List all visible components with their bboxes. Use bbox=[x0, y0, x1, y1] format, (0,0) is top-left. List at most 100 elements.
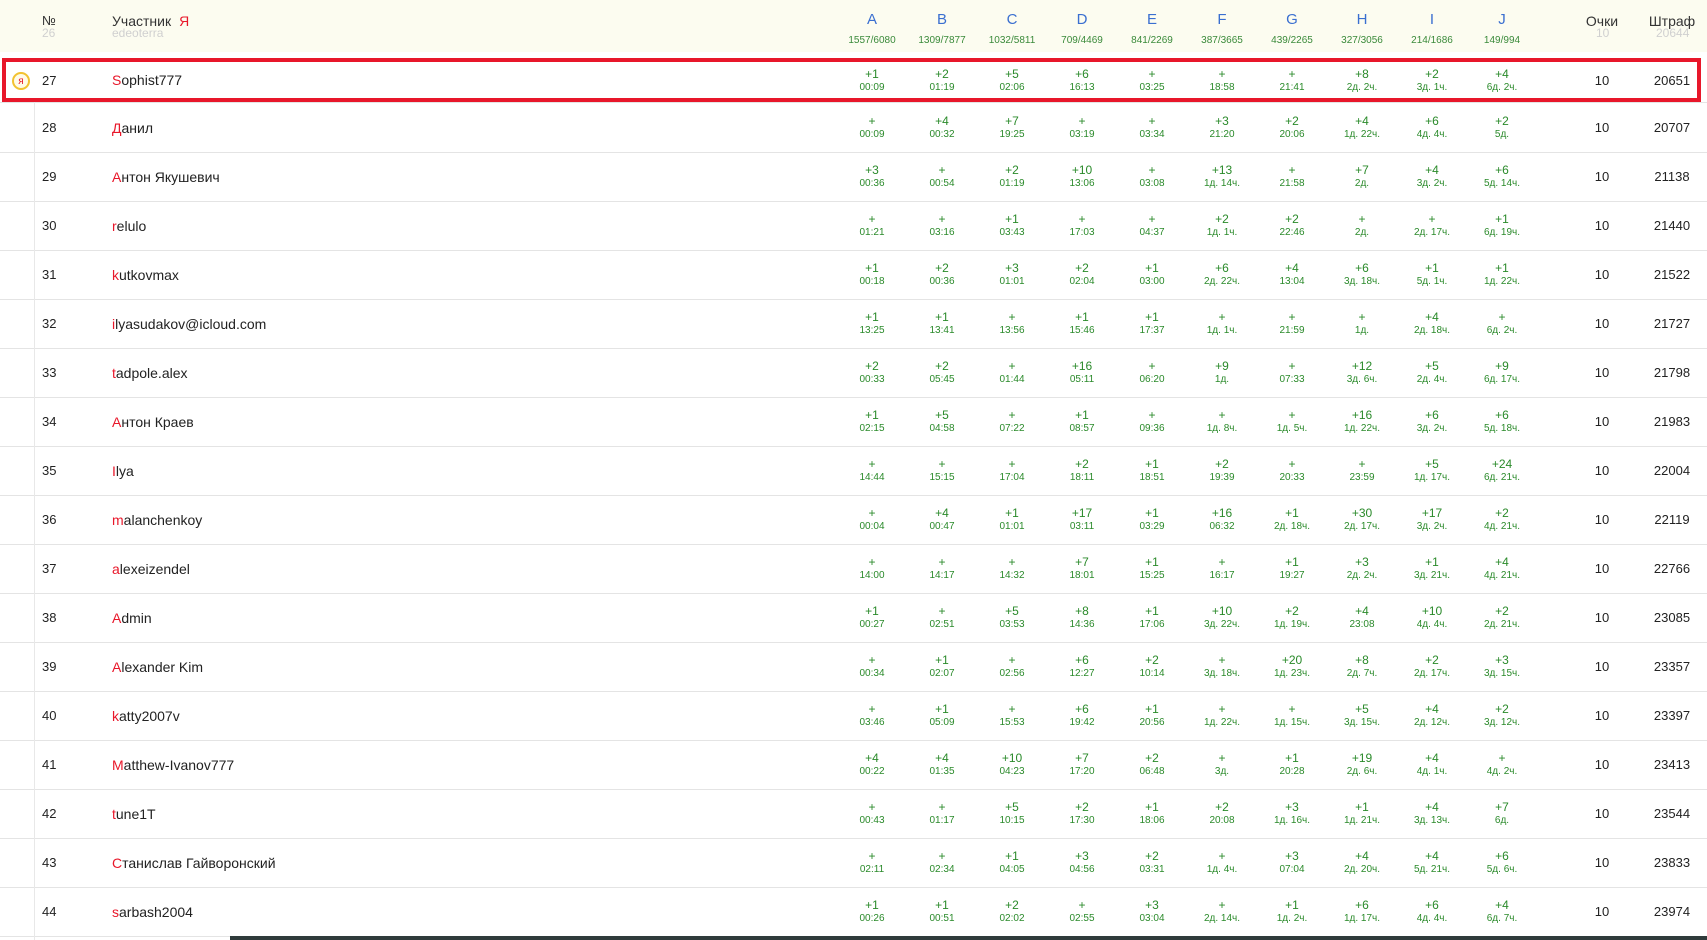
result-cell-a[interactable]: +1 02:15 bbox=[842, 397, 902, 446]
result-cell-e[interactable]: +03:25 bbox=[1122, 58, 1182, 102]
result-cell-c[interactable]: +3 01:01 bbox=[982, 250, 1042, 299]
result-cell-d[interactable]: +17 03:11 bbox=[1052, 495, 1112, 544]
result-cell-d[interactable]: +3 04:56 bbox=[1052, 838, 1112, 887]
result-cell-d[interactable]: +1 08:57 bbox=[1052, 397, 1112, 446]
result-cell-h[interactable]: +30 2д. 17ч. bbox=[1332, 495, 1392, 544]
problem-letter[interactable]: G bbox=[1262, 10, 1322, 30]
result-cell-i[interactable]: +10 4д. 4ч. bbox=[1402, 593, 1462, 642]
result-cell-j[interactable]: +2 2д. 21ч. bbox=[1472, 593, 1532, 642]
result-cell-c[interactable]: +2 01:19 bbox=[982, 152, 1042, 201]
result-cell-i[interactable]: +4 2д. 12ч. bbox=[1402, 691, 1462, 740]
problem-header-c[interactable]: C 1032/5811 bbox=[982, 10, 1042, 48]
result-cell-g[interactable]: +3 07:04 bbox=[1262, 838, 1322, 887]
result-cell-j[interactable]: +6 5д. 18ч. bbox=[1472, 397, 1532, 446]
result-cell-h[interactable]: +8 2д. 7ч. bbox=[1332, 642, 1392, 691]
result-cell-f[interactable]: +13 1д. 14ч. bbox=[1192, 152, 1252, 201]
result-cell-f[interactable]: +2 1д. 1ч. bbox=[1192, 201, 1252, 250]
result-cell-i[interactable]: +5 1д. 17ч. bbox=[1402, 446, 1462, 495]
result-cell-e[interactable]: +1 17:06 bbox=[1122, 593, 1182, 642]
result-cell-d[interactable]: +16 05:11 bbox=[1052, 348, 1112, 397]
problem-header-h[interactable]: H 327/3056 bbox=[1332, 10, 1392, 48]
result-cell-g[interactable]: +1 20:28 bbox=[1262, 740, 1322, 789]
result-cell-i[interactable]: +1 3д. 21ч. bbox=[1402, 544, 1462, 593]
result-cell-g[interactable]: +1 1д. 2ч. bbox=[1262, 887, 1322, 936]
result-cell-b[interactable]: +1 05:09 bbox=[912, 691, 972, 740]
result-cell-b[interactable]: +2 00:36 bbox=[912, 250, 972, 299]
result-cell-a[interactable]: +1 00:26 bbox=[842, 887, 902, 936]
result-cell-d[interactable]: +2 02:04 bbox=[1052, 250, 1112, 299]
result-cell-d[interactable]: +6 19:42 bbox=[1052, 691, 1112, 740]
result-cell-e[interactable]: +06:20 bbox=[1122, 348, 1182, 397]
result-cell-b[interactable]: +15:15 bbox=[912, 446, 972, 495]
result-cell-i[interactable]: +4 5д. 21ч. bbox=[1402, 838, 1462, 887]
result-cell-a[interactable]: +1 00:09 bbox=[842, 58, 902, 102]
result-cell-d[interactable]: +7 18:01 bbox=[1052, 544, 1112, 593]
problem-header-g[interactable]: G 439/2265 bbox=[1262, 10, 1322, 48]
result-cell-i[interactable]: +4 2д. 18ч. bbox=[1402, 299, 1462, 348]
participant-name[interactable]: Alexander Kim bbox=[112, 642, 203, 691]
result-cell-d[interactable]: +8 14:36 bbox=[1052, 593, 1112, 642]
result-cell-i[interactable]: +5 2д. 4ч. bbox=[1402, 348, 1462, 397]
result-cell-e[interactable]: +03:34 bbox=[1122, 103, 1182, 152]
result-cell-h[interactable]: +5 3д. 15ч. bbox=[1332, 691, 1392, 740]
result-cell-f[interactable]: +2 19:39 bbox=[1192, 446, 1252, 495]
result-cell-c[interactable]: +2 02:02 bbox=[982, 887, 1042, 936]
result-cell-b[interactable]: +4 01:35 bbox=[912, 740, 972, 789]
result-cell-b[interactable]: +5 04:58 bbox=[912, 397, 972, 446]
problem-letter[interactable]: B bbox=[912, 10, 972, 30]
result-cell-h[interactable]: +3 2д. 2ч. bbox=[1332, 544, 1392, 593]
result-cell-i[interactable]: +6 3д. 2ч. bbox=[1402, 397, 1462, 446]
result-cell-a[interactable]: +14:00 bbox=[842, 544, 902, 593]
result-cell-f[interactable]: +10 3д. 22ч. bbox=[1192, 593, 1252, 642]
result-cell-i[interactable]: +4 4д. 1ч. bbox=[1402, 740, 1462, 789]
result-cell-e[interactable]: +1 15:25 bbox=[1122, 544, 1182, 593]
participant-name[interactable]: k utkovmax bbox=[112, 250, 179, 299]
participant-name[interactable]: Станислав Гайворонский bbox=[112, 838, 276, 887]
result-cell-e[interactable]: +3 03:04 bbox=[1122, 887, 1182, 936]
result-cell-e[interactable]: +1 20:56 bbox=[1122, 691, 1182, 740]
result-cell-e[interactable]: +1 18:06 bbox=[1122, 789, 1182, 838]
problem-header-a[interactable]: A 1557/6080 bbox=[842, 10, 902, 48]
result-cell-j[interactable]: +4 4д. 21ч. bbox=[1472, 544, 1532, 593]
result-cell-j[interactable]: +2 3д. 12ч. bbox=[1472, 691, 1532, 740]
result-cell-d[interactable]: +17:03 bbox=[1052, 201, 1112, 250]
result-cell-a[interactable]: +01:21 bbox=[842, 201, 902, 250]
result-cell-i[interactable]: +6 4д. 4ч. bbox=[1402, 103, 1462, 152]
problem-letter[interactable]: A bbox=[842, 10, 902, 30]
result-cell-g[interactable]: +1 19:27 bbox=[1262, 544, 1322, 593]
result-cell-b[interactable]: +4 00:32 bbox=[912, 103, 972, 152]
result-cell-a[interactable]: +4 00:22 bbox=[842, 740, 902, 789]
result-cell-d[interactable]: +03:19 bbox=[1052, 103, 1112, 152]
result-cell-c[interactable]: +01:44 bbox=[982, 348, 1042, 397]
participant-name[interactable]: m alanchenkoy bbox=[112, 495, 202, 544]
result-cell-a[interactable]: +02:11 bbox=[842, 838, 902, 887]
result-cell-f[interactable]: +16:17 bbox=[1192, 544, 1252, 593]
result-cell-a[interactable]: +3 00:36 bbox=[842, 152, 902, 201]
participant-name[interactable]: s arbash2004 bbox=[112, 887, 193, 936]
result-cell-g[interactable]: +1д. 5ч. bbox=[1262, 397, 1322, 446]
result-cell-d[interactable]: +7 17:20 bbox=[1052, 740, 1112, 789]
problem-header-f[interactable]: F 387/3665 bbox=[1192, 10, 1252, 48]
result-cell-a[interactable]: +2 00:33 bbox=[842, 348, 902, 397]
result-cell-f[interactable]: +1д. 22ч. bbox=[1192, 691, 1252, 740]
result-cell-c[interactable]: +14:32 bbox=[982, 544, 1042, 593]
result-cell-b[interactable]: +4 00:47 bbox=[912, 495, 972, 544]
result-cell-j[interactable]: +6 5д. 14ч. bbox=[1472, 152, 1532, 201]
result-cell-f[interactable]: +9 1д. bbox=[1192, 348, 1252, 397]
result-cell-h[interactable]: +4 2д. 20ч. bbox=[1332, 838, 1392, 887]
result-cell-c[interactable]: +5 10:15 bbox=[982, 789, 1042, 838]
result-cell-h[interactable]: +7 2д. bbox=[1332, 152, 1392, 201]
header-points[interactable]: Очки bbox=[1580, 13, 1624, 29]
result-cell-e[interactable]: +1 18:51 bbox=[1122, 446, 1182, 495]
problem-header-b[interactable]: B 1309/7877 bbox=[912, 10, 972, 48]
result-cell-e[interactable]: +04:37 bbox=[1122, 201, 1182, 250]
result-cell-b[interactable]: +2 01:19 bbox=[912, 58, 972, 102]
result-cell-c[interactable]: +7 19:25 bbox=[982, 103, 1042, 152]
result-cell-f[interactable]: +16 06:32 bbox=[1192, 495, 1252, 544]
result-cell-g[interactable]: +21:58 bbox=[1262, 152, 1322, 201]
result-cell-j[interactable]: +1 6д. 19ч. bbox=[1472, 201, 1532, 250]
result-cell-g[interactable]: +21:59 bbox=[1262, 299, 1322, 348]
result-cell-h[interactable]: +8 2д. 2ч. bbox=[1332, 58, 1392, 102]
result-cell-a[interactable]: +1 00:18 bbox=[842, 250, 902, 299]
result-cell-f[interactable]: +1д. 4ч. bbox=[1192, 838, 1252, 887]
